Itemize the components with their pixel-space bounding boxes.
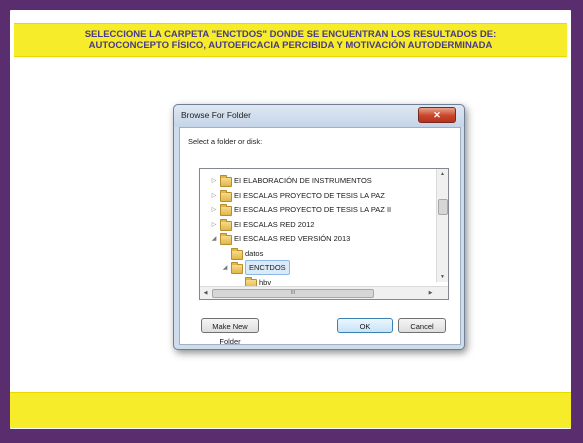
horizontal-scrollbar[interactable]: ◀ III ▶ [200,286,448,299]
tree-item-label: ENCTDOS [245,260,290,275]
folder-icon [220,204,232,216]
collapse-arrow-icon[interactable]: ◢ [221,261,229,275]
tree-item-label: datos [245,248,264,258]
make-new-folder-button[interactable]: Make New Folder [201,318,259,346]
tree-item[interactable]: ◢ EI ESCALAS RED VERSIÓN 2013 [200,232,435,246]
tree-item-label: EI ESCALAS PROYECTO DE TESIS LA PAZ II [234,205,392,214]
ok-button[interactable]: OK [337,318,393,333]
horizontal-scroll-thumb[interactable]: III [212,289,374,298]
scroll-left-icon[interactable]: ◀ [200,287,211,299]
vertical-scroll-thumb[interactable] [438,199,448,215]
folder-icon [231,247,243,260]
tree-item[interactable]: ▷ EI ELABORACIÓN DE INSTRUMENTOS [200,174,435,188]
tree-item-label: EI ESCALAS RED VERSIÓN 2013 [234,234,351,243]
scroll-up-icon[interactable]: ▲ [437,169,448,179]
scroll-down-icon[interactable]: ▼ [437,272,448,282]
cancel-button[interactable]: Cancel [398,318,446,333]
expand-arrow-icon[interactable]: ▷ [210,218,218,232]
instruction-banner: SELECCIONE LA CARPETA "ENCTDOS" DONDE SE… [14,23,567,57]
folder-icon [220,189,232,202]
expand-arrow-icon[interactable]: ▷ [210,174,218,188]
folder-tree[interactable]: ▷ EI ELABORACIÓN DE INSTRUMENTOS ▷ EI ESCAL… [199,168,449,300]
tree-item[interactable]: ▷ EI ESCALAS RED 2012 [200,218,435,232]
tree-item[interactable]: ◢ ENCTDOS [200,260,435,275]
tree-item[interactable]: ▷ EI ESCALAS PROYECTO DE TESIS LA PAZ II [200,203,435,217]
tree-item-label: EI ELABORACIÓN DE INSTRUMENTOS [234,176,372,185]
folder-icon [220,233,232,245]
dialog-title: Browse For Folder [181,110,251,120]
banner-line-2: AUTOCONCEPTO FÍSICO, AUTOEFICACIA PERCIB… [88,40,493,51]
vertical-scrollbar[interactable]: ▲ ▼ [436,169,448,282]
tree-item[interactable]: ▷ EI ESCALAS PROYECTO DE TESIS LA PAZ [200,189,435,203]
close-icon: ✕ [433,110,441,120]
collapse-arrow-icon[interactable]: ◢ [210,232,218,246]
tree-item[interactable]: datos [200,247,435,261]
dialog-client-area: Select a folder or disk: ▷ EI ELABORACIÓN… [179,127,461,346]
banner-line-1: SELECCIONE LA CARPETA "ENCTDOS" DONDE SE… [84,29,497,40]
bottom-stripe [10,392,571,428]
browse-folder-dialog: Browse For Folder ✕ Select a folder or d… [173,104,465,350]
dialog-titlebar[interactable]: Browse For Folder ✕ [174,105,464,127]
close-button[interactable]: ✕ [418,107,456,123]
tree-item-label: EI ESCALAS PROYECTO DE TESIS LA PAZ [234,190,385,200]
scroll-right-icon[interactable]: ▶ [425,287,436,299]
folder-icon [231,262,243,274]
tree-item-label: EI ESCALAS RED 2012 [234,219,315,229]
folder-icon [220,218,232,231]
expand-arrow-icon[interactable]: ▷ [210,203,218,217]
expand-arrow-icon[interactable]: ▷ [210,189,218,203]
folder-icon [220,175,232,187]
dialog-prompt: Select a folder or disk: [188,137,263,146]
